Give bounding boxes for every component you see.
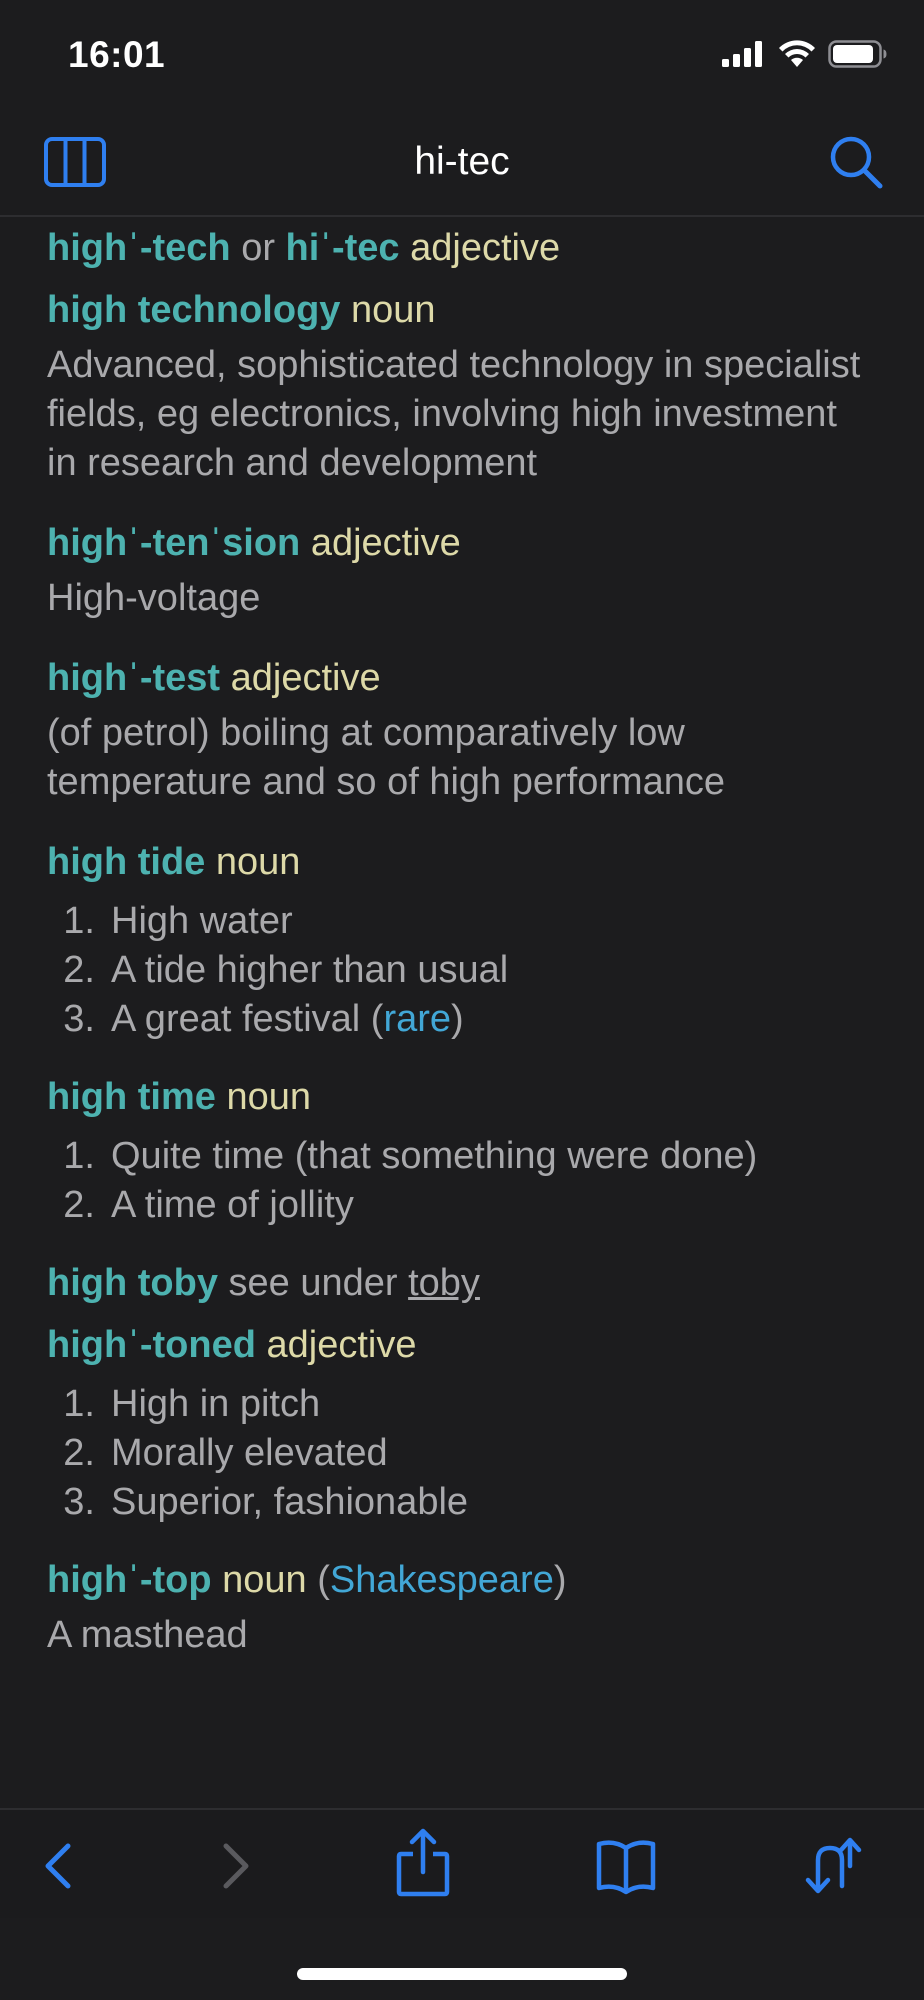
headword-line: high toby see under toby <box>47 1252 877 1314</box>
sense-item: 1. Quite time (that something were done) <box>47 1132 877 1181</box>
entry-high-time: high time noun 1. Quite time (that someth… <box>47 1066 877 1230</box>
part-of-speech: noun <box>340 289 436 331</box>
entry-high-top: highˈ-top noun (Shakespeare) A masthead <box>47 1549 877 1660</box>
search-icon <box>830 136 883 189</box>
headword-line: highˈ-toned adjective <box>47 1314 877 1376</box>
share-icon <box>396 1828 450 1897</box>
search-button[interactable] <box>828 134 884 190</box>
entry-high-tension: highˈ-tenˈsion adjective High-voltage <box>47 512 877 623</box>
share-button[interactable] <box>391 1828 455 1898</box>
headword-line: high technology noun <box>47 279 877 341</box>
headword-line: highˈ-top noun (Shakespeare) <box>47 1549 877 1611</box>
battery-icon <box>828 40 887 68</box>
headword[interactable]: high toby <box>47 1262 218 1304</box>
nav-bar: hi-tec <box>0 110 924 217</box>
headword[interactable]: highˈ-tenˈsion <box>47 522 300 564</box>
part-of-speech: adjective <box>220 657 381 699</box>
usage-label-link[interactable]: Shakespeare <box>330 1559 554 1601</box>
headword[interactable]: highˈ-top <box>47 1559 212 1601</box>
sense-text: High water <box>111 900 293 942</box>
swap-arrows-icon <box>805 1837 862 1894</box>
definition: (of petrol) boiling at comparatively low… <box>47 712 726 803</box>
paren-open: ( <box>306 1559 330 1601</box>
sense-list: 1. High in pitch 2. Morally elevated 3. Sup… <box>47 1380 877 1527</box>
headword[interactable]: high technology <box>47 289 340 331</box>
back-button[interactable] <box>30 1836 94 1896</box>
chevron-left-icon <box>45 1843 71 1889</box>
chevron-right-icon <box>223 1843 249 1889</box>
entry-high-tide: high tide noun 1. High water 2. A tide hig… <box>47 831 877 1044</box>
cross-reference-link[interactable]: toby <box>408 1262 480 1304</box>
headword-line: highˈ-tenˈsion adjective <box>47 512 877 574</box>
or-text: or <box>230 227 286 269</box>
sense-number: 1. <box>63 900 95 942</box>
sense-list: 1. Quite time (that something were done) … <box>47 1132 877 1230</box>
part-of-speech: adjective <box>399 227 561 269</box>
definition: Advanced, sophisticated technology in sp… <box>47 344 861 484</box>
headword-variant[interactable]: hiˈ-tec <box>286 227 400 269</box>
headword[interactable]: high time <box>47 1076 216 1118</box>
definition: A masthead <box>47 1614 248 1656</box>
sense-text: Quite time (that something were done) <box>111 1135 758 1177</box>
headword-line: highˈ-test adjective <box>47 647 877 709</box>
wifi-icon <box>779 40 815 67</box>
sense-text: A tide higher than usual <box>111 949 509 991</box>
paren-close: ) <box>553 1559 567 1601</box>
status-icons <box>722 40 888 68</box>
sense-item: 2. Morally elevated <box>47 1429 877 1478</box>
entry-high-technology: high technology noun Advanced, sophistic… <box>47 279 877 488</box>
home-area <box>0 1918 924 2000</box>
sense-text: A great festival ( <box>111 998 384 1040</box>
headword[interactable]: highˈ-tech <box>47 227 231 269</box>
sense-text-close: ) <box>451 998 464 1040</box>
sense-text: Morally elevated <box>111 1432 388 1474</box>
sense-number: 2. <box>63 1184 95 1226</box>
entry-high-toby: high toby see under toby <box>47 1252 877 1314</box>
see-under-text: see under <box>217 1262 409 1304</box>
forward-button[interactable] <box>200 1836 264 1896</box>
swap-button[interactable] <box>798 1836 862 1896</box>
headword[interactable]: highˈ-test <box>47 657 220 699</box>
status-bar: 16:01 <box>0 0 924 110</box>
sense-number: 3. <box>63 998 95 1040</box>
sense-number: 1. <box>63 1383 95 1425</box>
sense-number: 2. <box>63 949 95 991</box>
nav-title: hi-tec <box>414 140 510 183</box>
home-indicator[interactable] <box>297 1968 627 1980</box>
sense-text: Superior, fashionable <box>111 1481 469 1523</box>
headword-line: high time noun <box>47 1066 877 1128</box>
definition: High-voltage <box>47 577 261 619</box>
sense-list: 1. High water 2. A tide higher than usual … <box>47 897 877 1044</box>
sense-text: High in pitch <box>111 1383 321 1425</box>
bottom-toolbar <box>0 1808 924 1918</box>
sense-item: 3. A great festival (rare) <box>47 995 877 1044</box>
status-time: 16:01 <box>68 34 166 75</box>
headword[interactable]: high tide <box>47 841 205 883</box>
usage-label-link[interactable]: rare <box>383 998 451 1040</box>
part-of-speech: noun <box>211 1559 307 1601</box>
headword-line: high tide noun <box>47 831 877 893</box>
entry-high-tech: highˈ-tech or hiˈ-tec adjective <box>47 217 877 279</box>
sense-number: 2. <box>63 1432 95 1474</box>
sense-item: 3. Superior, fashionable <box>47 1478 877 1527</box>
headword-line: highˈ-tech or hiˈ-tec adjective <box>47 217 877 279</box>
dictionary-content: highˈ-tech or hiˈ-tec adjective high tec… <box>47 217 877 1807</box>
entry-high-toned: highˈ-toned adjective 1. High in pitch 2.… <box>47 1314 877 1527</box>
signal-icon <box>722 41 762 67</box>
sense-number: 1. <box>63 1135 95 1177</box>
sense-item: 1. High in pitch <box>47 1380 877 1429</box>
headword[interactable]: highˈ-toned <box>47 1324 256 1366</box>
part-of-speech: adjective <box>300 522 461 564</box>
entry-high-test: highˈ-test adjective (of petrol) boiling… <box>47 647 877 807</box>
part-of-speech: noun <box>205 841 301 883</box>
bookmarks-button[interactable] <box>594 1836 658 1896</box>
sense-text: A time of jollity <box>111 1184 354 1226</box>
sense-item: 2. A time of jollity <box>47 1181 877 1230</box>
sense-item: 2. A tide higher than usual <box>47 946 877 995</box>
part-of-speech: noun <box>215 1076 311 1118</box>
sense-item: 1. High water <box>47 897 877 946</box>
part-of-speech: adjective <box>255 1324 417 1366</box>
book-icon <box>596 1840 656 1895</box>
sense-number: 3. <box>63 1481 95 1523</box>
